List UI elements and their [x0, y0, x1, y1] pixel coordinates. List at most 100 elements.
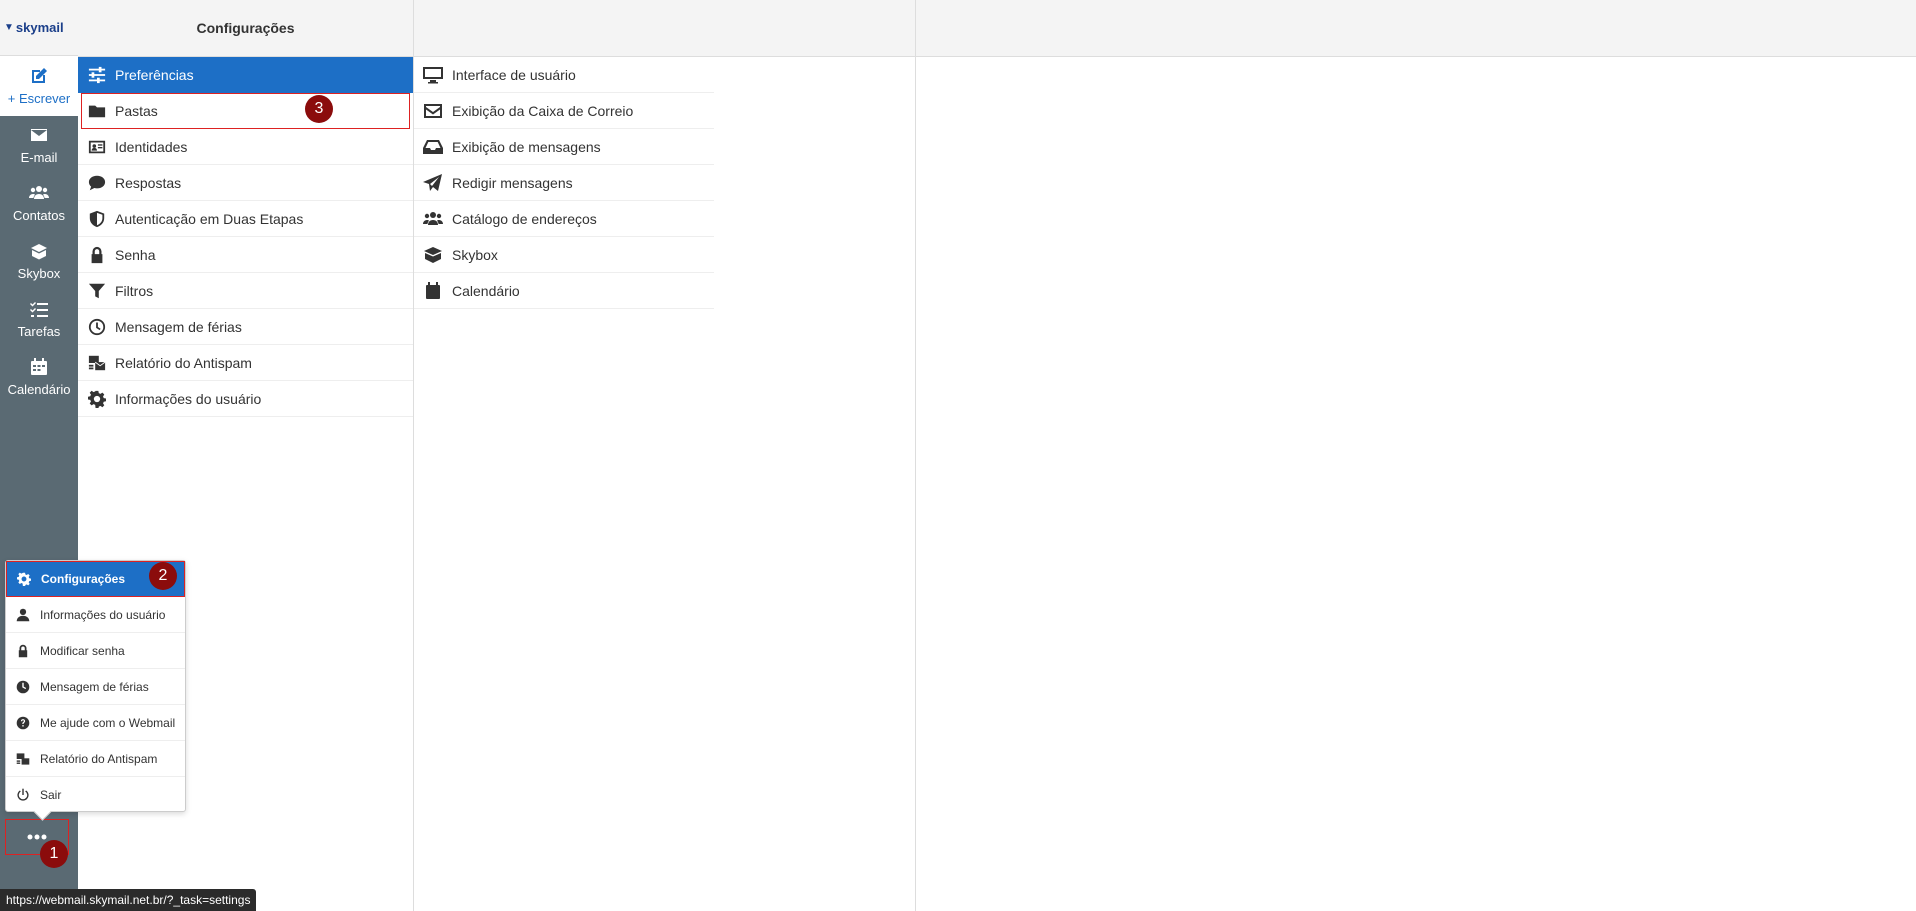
ellipsis-icon: [27, 834, 47, 840]
logo-text: skymail: [15, 20, 64, 35]
section-item-label: Redigir mensagens: [452, 174, 573, 191]
logo-mark-icon: ▼: [4, 22, 14, 33]
section-item-skybox[interactable]: Skybox: [414, 237, 714, 273]
id-card-icon: [88, 140, 106, 153]
compose-button[interactable]: + Escrever: [0, 56, 78, 116]
preferences-sections-list: Interface de usuário Exibição da Caixa d…: [414, 57, 916, 911]
popup-item-label: Modificar senha: [40, 643, 125, 658]
users-icon: [29, 186, 49, 199]
envelope-icon: [31, 129, 47, 141]
nav-item-label: Skybox: [17, 266, 61, 281]
question-circle-icon: [16, 716, 30, 729]
inbox-icon: [423, 139, 443, 154]
settings-item-label: Senha: [115, 246, 156, 263]
section-item-label: Interface de usuário: [452, 66, 576, 83]
section-item-label: Catálogo de endereços: [452, 210, 597, 227]
clock-icon: [88, 318, 106, 335]
calendar-icon: [426, 281, 440, 299]
section-item-label: Skybox: [452, 246, 498, 263]
filter-icon: [88, 283, 106, 298]
mail-bulk-icon: [88, 355, 106, 370]
user-icon: [16, 608, 30, 621]
settings-item-filters[interactable]: Filtros: [78, 273, 413, 309]
settings-item-label: Relatório do Antispam: [115, 354, 252, 371]
settings-item-label: Pastas: [115, 102, 158, 119]
popup-item-label: Mensagem de férias: [40, 679, 149, 694]
box-icon: [31, 244, 47, 260]
box-icon: [424, 246, 442, 263]
sections-header: [414, 0, 916, 57]
content-header: [916, 0, 1916, 57]
settings-item-antispam[interactable]: Relatório do Antispam: [78, 345, 413, 381]
envelope-outline-icon: [424, 103, 442, 118]
settings-item-vacation[interactable]: Mensagem de férias: [78, 309, 413, 345]
popup-item-label: Me ajude com o Webmail: [40, 715, 176, 730]
popup-item-vacation[interactable]: Mensagem de férias: [6, 669, 185, 705]
nav-item-label: Contatos: [12, 208, 66, 223]
shield-icon: [89, 210, 105, 227]
settings-item-responses[interactable]: Respostas: [78, 165, 413, 201]
lock-icon: [91, 246, 103, 263]
comment-icon: [88, 175, 106, 190]
settings-item-user-info[interactable]: Informações do usuário: [78, 381, 413, 417]
step-badge-2: 2: [149, 562, 177, 590]
section-item-calendar[interactable]: Calendário: [414, 273, 714, 309]
settings-item-label: Identidades: [115, 138, 188, 155]
lock-icon: [18, 644, 28, 657]
settings-item-identities[interactable]: Identidades: [78, 129, 413, 165]
power-icon: [17, 788, 29, 801]
settings-item-two-factor[interactable]: Autenticação em Duas Etapas: [78, 201, 413, 237]
nav-item-label: E-mail: [20, 150, 58, 165]
logo: ▼ skymail: [0, 0, 78, 56]
step-badge-1: 1: [40, 840, 68, 868]
section-item-label: Exibição da Caixa de Correio: [452, 102, 634, 119]
step-badge-3: 3: [305, 95, 333, 123]
nav-item-contacts[interactable]: Contatos: [0, 174, 78, 232]
settings-item-preferences[interactable]: Preferências: [78, 57, 413, 93]
settings-item-password[interactable]: Senha: [78, 237, 413, 273]
settings-item-label: Filtros: [115, 282, 154, 299]
popup-item-label: Sair: [40, 788, 62, 802]
nav-item-email[interactable]: E-mail: [0, 116, 78, 174]
tasks-icon: [30, 302, 48, 317]
calendar-icon: [31, 358, 47, 375]
folder-icon: [88, 105, 106, 117]
section-item-user-interface[interactable]: Interface de usuário: [414, 57, 714, 93]
popup-item-label: Informações do usuário: [40, 607, 166, 622]
popup-item-change-password[interactable]: Modificar senha: [6, 633, 185, 669]
section-item-compose[interactable]: Redigir mensagens: [414, 165, 714, 201]
page-title: Configurações: [78, 0, 414, 57]
section-item-label: Exibição de mensagens: [452, 138, 601, 155]
popup-item-logout[interactable]: Sair: [6, 777, 185, 813]
webmail-app: ▼ skymail + Escrever E-mail Contatos Sky…: [0, 0, 1916, 911]
nav-item-tasks[interactable]: Tarefas: [0, 290, 78, 348]
section-item-message-view[interactable]: Exibição de mensagens: [414, 129, 714, 165]
sliders-icon: [88, 66, 106, 83]
mail-bulk-icon: [16, 752, 30, 765]
clock-icon: [16, 680, 30, 693]
popup-item-label: Configurações: [41, 572, 126, 586]
nav-item-skybox[interactable]: Skybox: [0, 232, 78, 290]
gear-icon: [17, 572, 31, 586]
nav-item-label: Calendário: [7, 382, 71, 397]
settings-item-label: Autenticação em Duas Etapas: [115, 210, 304, 227]
settings-item-folders[interactable]: Pastas: [81, 93, 410, 129]
section-item-mailbox-view[interactable]: Exibição da Caixa de Correio: [414, 93, 714, 129]
compose-label: + Escrever: [7, 91, 71, 106]
popup-item-label: Relatório do Antispam: [40, 751, 158, 766]
nav-item-label: Tarefas: [17, 324, 61, 339]
section-item-addressbook[interactable]: Catálogo de endereços: [414, 201, 714, 237]
paper-plane-icon: [423, 173, 442, 191]
monitor-icon: [423, 66, 443, 83]
popup-item-help[interactable]: Me ajude com o Webmail: [6, 705, 185, 741]
settings-item-label: Mensagem de férias: [115, 318, 242, 335]
status-bar-url: https://webmail.skymail.net.br/?_task=se…: [0, 889, 257, 911]
compose-icon: [32, 68, 47, 83]
gear-icon: [88, 390, 106, 408]
popup-item-antispam[interactable]: Relatório do Antispam: [6, 741, 185, 777]
settings-item-label: Respostas: [115, 174, 182, 191]
settings-item-label: Informações do usuário: [115, 390, 262, 407]
popup-item-user-info[interactable]: Informações do usuário: [6, 597, 185, 633]
section-item-label: Calendário: [452, 282, 520, 299]
nav-item-calendar[interactable]: Calendário: [0, 348, 78, 406]
